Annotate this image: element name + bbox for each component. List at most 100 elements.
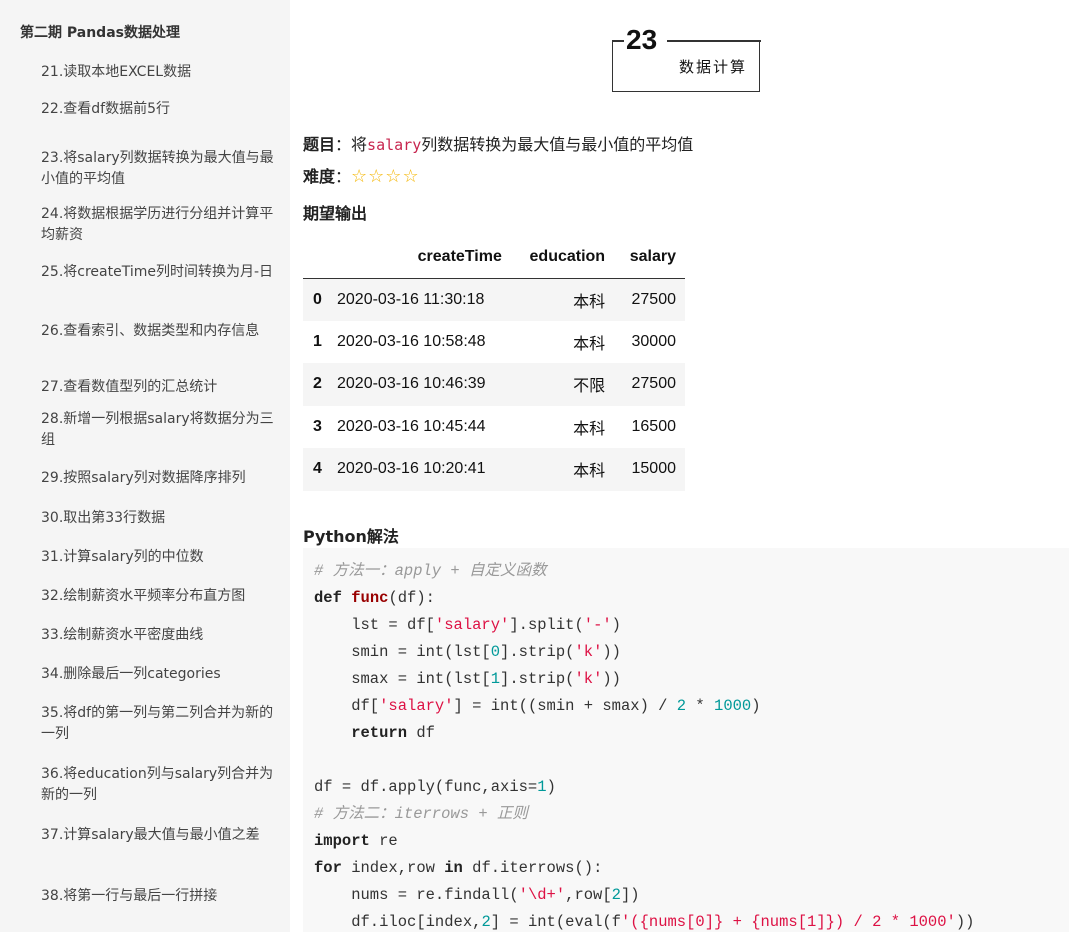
code-token: '({nums[0]} + {nums[1]}) / 2 * 1000' xyxy=(620,913,956,931)
code-token: '\d+' xyxy=(518,886,566,904)
table-cell-index: 1 xyxy=(313,332,322,350)
table-header-createtime: createTime xyxy=(337,236,511,279)
code-line: import re xyxy=(314,828,1069,855)
table-cell-salary: 27500 xyxy=(614,278,685,321)
code-token: 'salary' xyxy=(379,697,454,715)
section-header: 23 数据计算 xyxy=(611,25,761,92)
sidebar-item-30[interactable]: 30.取出第33行数据 xyxy=(41,508,276,547)
code-token: df = df.apply(func,axis= xyxy=(314,778,538,796)
sidebar-item-29[interactable]: 29.按照salary列对数据降序排列 xyxy=(41,468,276,508)
sidebar-item-31[interactable]: 31.计算salary列的中位数 xyxy=(41,547,276,586)
code-token: ].strip( xyxy=(500,670,575,688)
code-token: (df): xyxy=(388,589,435,607)
sidebar-item-37[interactable]: 37.计算salary最大值与最小值之差 xyxy=(41,825,276,886)
code-token: )) xyxy=(955,913,975,931)
question-prefix: 将 xyxy=(351,135,368,154)
question-code: salary xyxy=(367,136,422,154)
sidebar-item-33[interactable]: 33.绘制薪资水平密度曲线 xyxy=(41,625,276,664)
table-row: 3 2020-03-16 10:45:44 本科 16500 xyxy=(303,406,685,449)
code-token: 2 xyxy=(611,886,621,904)
sidebar-item-22[interactable]: 22.查看df数据前5行 xyxy=(41,99,276,138)
code-line: def func(df): xyxy=(314,585,1069,612)
code-line: smin = int(lst[0].strip('k')) xyxy=(314,639,1069,666)
sidebar-item-27[interactable]: 27.查看数值型列的汇总统计 xyxy=(41,377,276,409)
code-token: 2 xyxy=(676,697,687,715)
code-token: df xyxy=(407,724,435,742)
question-line: 题目：将salary列数据转换为最大值与最小值的平均值 xyxy=(303,131,693,155)
table-cell-createtime: 2020-03-16 10:45:44 xyxy=(337,417,486,435)
section-title: 数据计算 xyxy=(678,58,747,76)
code-token: nums = re.findall( xyxy=(314,886,519,904)
output-table: createTime education salary 0 2020-03-16… xyxy=(303,236,685,491)
table-cell-createtime: 2020-03-16 11:30:18 xyxy=(337,278,511,321)
sidebar-item-23[interactable]: 23.将salary列数据转换为最大值与最小值的平均值 xyxy=(41,138,276,204)
sidebar-item-28[interactable]: 28.新增一列根据salary将数据分为三组 xyxy=(41,409,276,468)
sidebar-item-32[interactable]: 32.绘制薪资水平频率分布直方图 xyxy=(41,586,276,625)
code-token: )) xyxy=(602,643,621,661)
code-block: # 方法一：apply + 自定义函数 def func(df): lst = d… xyxy=(303,548,1069,932)
code-line: smax = int(lst[1].strip('k')) xyxy=(314,666,1069,693)
expected-output-label: 期望输出 xyxy=(303,204,368,223)
table-cell-index: 0 xyxy=(303,278,337,321)
sidebar-item-36[interactable]: 36.将education列与salary列合并为新的一列 xyxy=(41,764,276,825)
table-cell-createtime: 2020-03-16 10:20:41 xyxy=(337,448,511,491)
code-line: # 方法一：apply + 自定义函数 xyxy=(314,558,1069,585)
code-token: 1 xyxy=(490,670,501,688)
code-token: ] = int((smin + smax) / xyxy=(453,697,677,715)
code-line: for index,row in df.iterrows(): xyxy=(314,855,1069,882)
table-cell-salary: 15000 xyxy=(614,448,685,491)
code-token: in xyxy=(444,859,463,877)
code-token: smin = int(lst[ xyxy=(314,643,491,661)
table-row: 4 2020-03-16 10:20:41 本科 15000 xyxy=(303,448,685,491)
difficulty-sep: ： xyxy=(335,167,352,186)
code-token: )) xyxy=(602,670,621,688)
code-token: 1 xyxy=(537,778,547,796)
sidebar-item-25[interactable]: 25.将createTime列时间转换为月-日 xyxy=(41,256,276,321)
table-cell-education: 本科 xyxy=(573,420,606,438)
code-token: return xyxy=(314,724,408,742)
solution-label: Python解法 xyxy=(303,527,399,546)
table-cell-education: 本科 xyxy=(573,335,606,353)
code-token: for xyxy=(314,859,342,877)
code-token: ].split( xyxy=(509,616,584,634)
table-cell-education: 不限 xyxy=(510,363,615,406)
code-line: nums = re.findall('\d+',row[2]) xyxy=(314,882,1069,909)
table-cell-createtime: 2020-03-16 10:46:39 xyxy=(337,363,511,406)
table-header-salary: salary xyxy=(614,236,685,279)
code-token: df.iterrows(): xyxy=(462,859,603,877)
code-line: # 方法二：iterrows + 正则 xyxy=(314,801,1069,828)
table-cell-salary: 16500 xyxy=(631,417,677,435)
sidebar-item-34[interactable]: 34.删除最后一列categories xyxy=(41,664,276,703)
code-line: df.iloc[index,2] = int(eval(f'({nums[0]}… xyxy=(314,909,1069,932)
table-cell-index: 3 xyxy=(313,417,322,435)
code-token: 2 xyxy=(481,913,491,931)
table-header-row: createTime education salary xyxy=(303,236,685,279)
code-token: ,row[ xyxy=(565,886,612,904)
code-token: re xyxy=(369,832,398,850)
table-row: 2 2020-03-16 10:46:39 不限 27500 xyxy=(303,363,685,406)
table-cell-salary: 30000 xyxy=(631,332,677,350)
sidebar-item-21[interactable]: 21.读取本地EXCEL数据 xyxy=(41,60,276,99)
table-cell-education: 本科 xyxy=(510,278,615,321)
code-token: ) xyxy=(751,697,761,715)
sidebar-item-38[interactable]: 38.将第一行与最后一行拼接 xyxy=(41,886,276,916)
sidebar-item-24[interactable]: 24.将数据根据学历进行分组并计算平均薪资 xyxy=(41,204,276,256)
code-token: # 方法二：iterrows + 正则 xyxy=(314,805,528,823)
code-token: 1000 xyxy=(714,697,752,715)
code-token: def xyxy=(314,589,352,607)
sidebar-item-35[interactable]: 35.将df的第一列与第二列合并为新的一列 xyxy=(41,703,276,764)
code-line: df = df.apply(func,axis=1) xyxy=(314,774,1069,801)
code-token: func xyxy=(351,589,389,607)
code-token: ] = int(eval(f xyxy=(490,913,621,931)
difficulty-label: 难度 xyxy=(303,167,336,186)
sidebar: 第二期 Pandas数据处理 21.读取本地EXCEL数据 22.查看df数据前… xyxy=(0,0,290,932)
sidebar-item-26[interactable]: 26.查看索引、数据类型和内存信息 xyxy=(41,321,276,377)
table-header-education: education xyxy=(510,236,615,279)
code-token: ]) xyxy=(620,886,640,904)
code-token: ) xyxy=(546,778,556,796)
section-number: 23 xyxy=(626,24,658,55)
table-cell-salary: 27500 xyxy=(614,363,685,406)
code-token: 'k' xyxy=(574,670,603,688)
code-token: lst = df[ xyxy=(314,616,435,634)
